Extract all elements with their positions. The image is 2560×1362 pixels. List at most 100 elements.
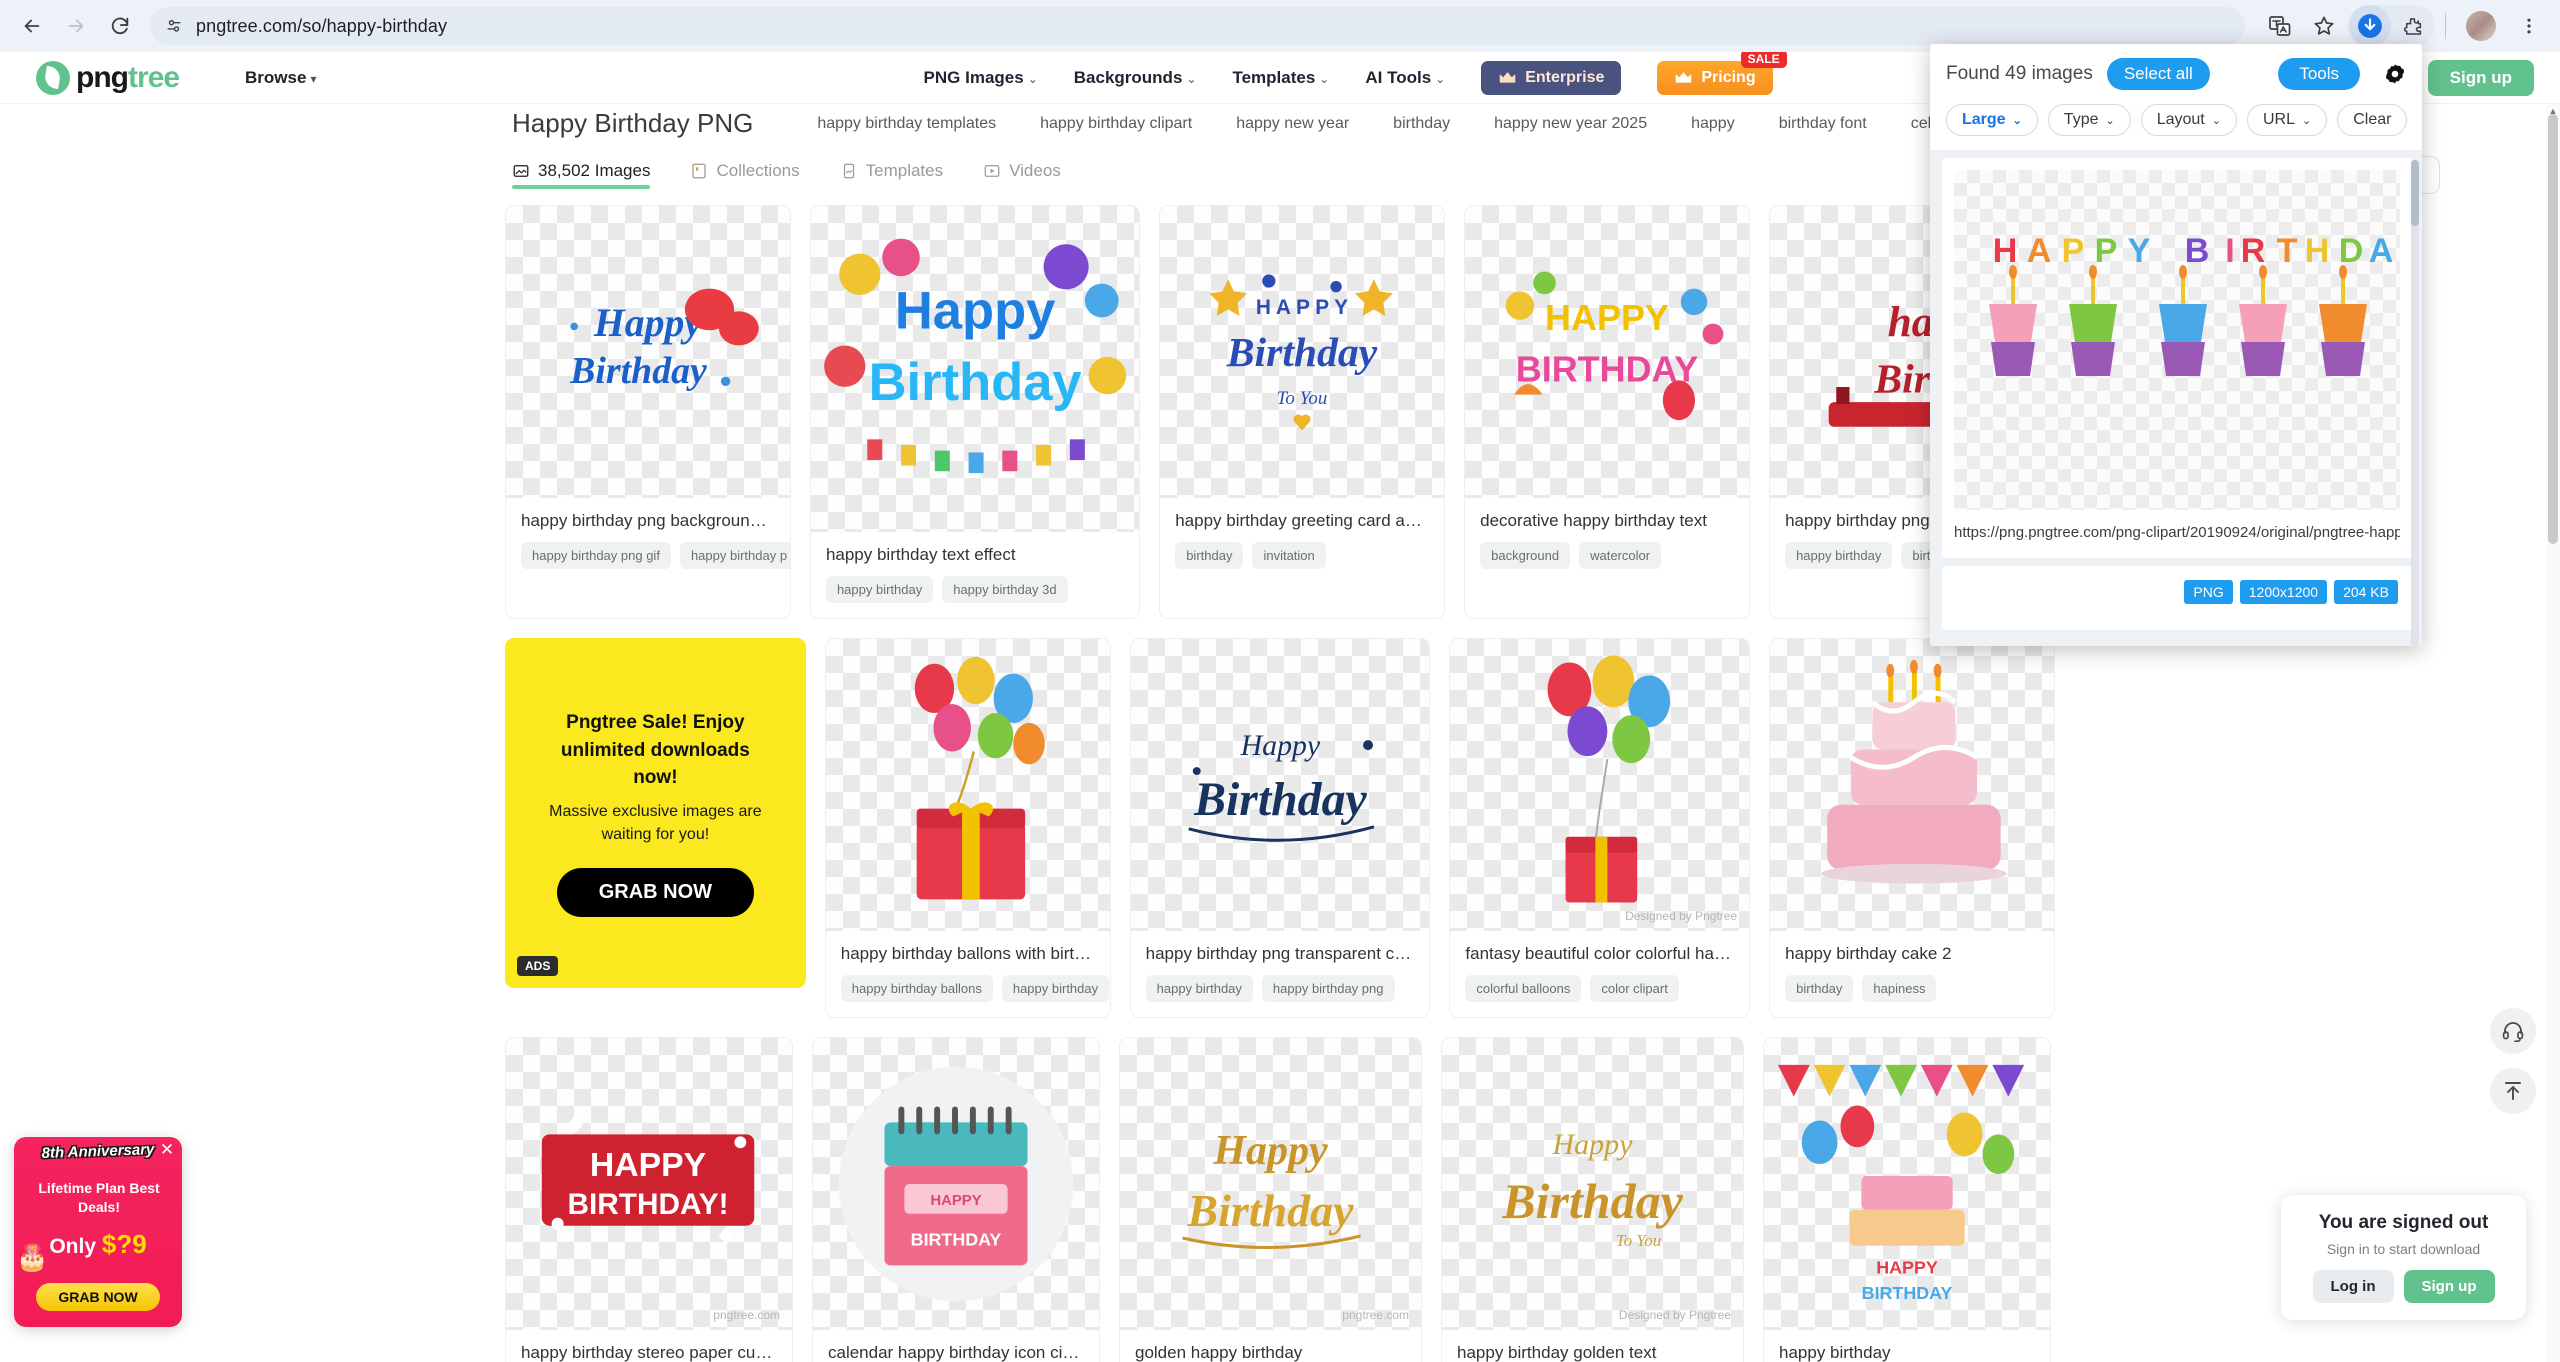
image-card[interactable]: Happy Birthday pngtree.com golden happy … bbox=[1119, 1037, 1422, 1362]
card-thumbnail[interactable]: HAPPY BIRTHDAY bbox=[1764, 1038, 2050, 1330]
pngtree-logo[interactable]: pngtree bbox=[36, 60, 180, 95]
pricing-button[interactable]: Pricing SALE bbox=[1657, 52, 1787, 95]
tag-chip[interactable]: happy birthday 3d bbox=[942, 576, 1068, 603]
card-thumbnail[interactable]: Designed by Pngtree bbox=[1450, 639, 1750, 931]
card-thumbnail[interactable] bbox=[825, 639, 1110, 931]
image-card[interactable]: Happy Birthday happy birthday text effec… bbox=[809, 205, 1141, 619]
filter-layout[interactable]: Layout ⌄ bbox=[2140, 104, 2237, 136]
tab-collections[interactable]: Collections bbox=[690, 161, 800, 189]
card-thumbnail[interactable]: HAPPY BIRTHDAY bbox=[813, 1038, 1099, 1330]
image-card[interactable]: Happy Birthday To You Designed by Pngtre… bbox=[1441, 1037, 1744, 1362]
translate-button[interactable] bbox=[2259, 5, 2301, 47]
browse-menu[interactable]: Browse ▾ bbox=[245, 68, 316, 88]
tag-chip[interactable]: happy birthday bbox=[825, 576, 934, 603]
card-thumbnail[interactable]: Happy Birthday bbox=[1130, 639, 1430, 931]
tag-chip[interactable]: colorful balloons bbox=[1465, 975, 1582, 1002]
tag-chip[interactable]: color clipart bbox=[1590, 975, 1679, 1002]
log-in-button[interactable]: Log in bbox=[2312, 1270, 2394, 1303]
image-card[interactable]: Designed by Pngtree fantasy beautiful co… bbox=[1449, 638, 1751, 1018]
nav-png-images[interactable]: PNG Images ⌄ bbox=[924, 68, 1038, 88]
tab-images[interactable]: 38,502 Images bbox=[512, 161, 651, 189]
site-settings-icon[interactable] bbox=[164, 16, 184, 36]
tag-chip[interactable]: happy birthday bbox=[1785, 542, 1893, 569]
sign-up-button[interactable]: Sign up bbox=[2403, 1270, 2495, 1303]
forward-button[interactable] bbox=[54, 4, 98, 48]
page-scrollbar[interactable]: ▲ bbox=[2546, 104, 2560, 1362]
popup-scrollbar[interactable] bbox=[2411, 160, 2419, 646]
tag-chip[interactable]: birthday bbox=[1785, 975, 1854, 1002]
image-card[interactable]: happy birthday ballons with birthda... h… bbox=[824, 638, 1111, 1018]
nav-ai-tools[interactable]: AI Tools ⌄ bbox=[1365, 68, 1445, 88]
anniversary-promo[interactable]: ✕ 8th Anniversary Lifetime Plan Best Dea… bbox=[14, 1137, 182, 1327]
back-button[interactable] bbox=[10, 4, 54, 48]
extensions-puzzle-icon bbox=[2403, 17, 2421, 35]
popup-result-item[interactable]: HA PP Y BI RT HD A https://png.pngtree.c… bbox=[1942, 158, 2412, 558]
result-preview-thumbnail[interactable]: HA PP Y BI RT HD A bbox=[1954, 170, 2400, 510]
reload-button[interactable] bbox=[98, 4, 142, 48]
enterprise-button[interactable]: Enterprise bbox=[1481, 60, 1622, 95]
support-button[interactable] bbox=[2490, 1008, 2536, 1054]
image-card[interactable]: happy birthday cake 2 birthday hapiness bbox=[1769, 638, 2056, 1018]
image-card[interactable]: Happy Birthday happy birthday png transp… bbox=[1129, 638, 1431, 1018]
popup-results-list[interactable]: HA PP Y BI RT HD A https://png.pngtree.c… bbox=[1930, 150, 2422, 646]
image-card[interactable]: HAPPY BIRTHDAY decorative happy birthday… bbox=[1464, 205, 1751, 619]
tag-chip[interactable]: happy birthday png bbox=[1261, 975, 1395, 1002]
tab-templates[interactable]: Templates bbox=[840, 161, 943, 189]
address-bar[interactable]: pngtree.com/so/happy-birthday bbox=[150, 7, 2245, 45]
select-all-button[interactable]: Select all bbox=[2106, 58, 2210, 90]
extensions-button[interactable] bbox=[2391, 5, 2433, 47]
popup-result-item-meta[interactable]: PNG 1200x1200 204 KB bbox=[1942, 566, 2412, 630]
image-card[interactable]: Happy Birthday happy birthday png backgr… bbox=[505, 205, 791, 619]
tag-chip[interactable]: background bbox=[1480, 542, 1571, 569]
result-image-url[interactable]: https://png.pngtree.com/png-clipart/2019… bbox=[1954, 522, 2400, 543]
close-icon[interactable]: ✕ bbox=[158, 1140, 176, 1159]
tag-chip[interactable]: happy birthday png gif bbox=[521, 542, 671, 569]
back-to-top-button[interactable] bbox=[2490, 1068, 2536, 1114]
tag-link[interactable]: birthday bbox=[1393, 115, 1450, 133]
tag-link[interactable]: happy new year bbox=[1236, 115, 1349, 133]
tag-chip[interactable]: watercolor bbox=[1579, 542, 1662, 569]
nav-backgrounds[interactable]: Backgrounds ⌄ bbox=[1074, 68, 1197, 88]
scrollbar-thumb[interactable] bbox=[2548, 114, 2558, 544]
bookmark-button[interactable] bbox=[2303, 5, 2345, 47]
tag-chip[interactable]: birthday bbox=[1175, 542, 1244, 569]
card-thumbnail[interactable]: H A P P Y Birthday To You bbox=[1160, 206, 1445, 498]
card-thumbnail[interactable]: Happy Birthday bbox=[810, 206, 1140, 532]
tag-chip[interactable]: happy birthday p bbox=[679, 542, 790, 569]
nav-templates[interactable]: Templates ⌄ bbox=[1232, 68, 1329, 88]
card-thumbnail[interactable]: HAPPY BIRTHDAY! pngtree.com bbox=[506, 1038, 792, 1330]
image-card[interactable]: HAPPY BIRTHDAY happy birthday happy birt… bbox=[1763, 1037, 2051, 1362]
image-card[interactable]: HAPPY BIRTHDAY calendar happy birthday i… bbox=[812, 1037, 1100, 1362]
filter-url[interactable]: URL ⌄ bbox=[2246, 104, 2328, 136]
tools-button[interactable]: Tools bbox=[2278, 58, 2360, 90]
tag-link[interactable]: happy birthday templates bbox=[817, 115, 996, 133]
card-thumbnail[interactable]: Happy Birthday To You Designed by Pngtre… bbox=[1442, 1038, 1743, 1330]
card-thumbnail[interactable]: HAPPY BIRTHDAY bbox=[1465, 206, 1750, 498]
tag-link[interactable]: birthday font bbox=[1779, 115, 1867, 133]
tag-link[interactable]: happy new year 2025 bbox=[1494, 115, 1647, 133]
tag-link[interactable]: happy birthday clipart bbox=[1040, 115, 1192, 133]
filter-clear-button[interactable]: Clear bbox=[2337, 104, 2408, 136]
tab-videos[interactable]: Videos bbox=[983, 161, 1061, 189]
ad-cta-button[interactable]: GRAB NOW bbox=[556, 868, 755, 917]
card-thumbnail[interactable] bbox=[1770, 639, 2055, 931]
card-thumbnail[interactable]: Happy Birthday pngtree.com bbox=[1120, 1038, 1421, 1330]
promo-cta-button[interactable]: GRAB NOW bbox=[36, 1283, 160, 1311]
tag-chip[interactable]: happy birthday ballons bbox=[840, 975, 993, 1002]
tag-link[interactable]: happy bbox=[1691, 115, 1735, 133]
filter-type[interactable]: Type ⌄ bbox=[2047, 104, 2131, 136]
image-card[interactable]: H A P P Y Birthday To You happy birthday… bbox=[1159, 205, 1446, 619]
sign-up-button[interactable]: Sign up bbox=[2427, 59, 2534, 96]
ad-card[interactable]: Pngtree Sale! Enjoy unlimited downloads … bbox=[505, 638, 806, 988]
browser-menu-button[interactable] bbox=[2508, 5, 2550, 47]
gear-icon[interactable] bbox=[2384, 63, 2406, 85]
tag-chip[interactable]: invitation bbox=[1252, 542, 1326, 569]
tag-chip[interactable]: happy birthday bbox=[1145, 975, 1253, 1002]
avatar[interactable] bbox=[2466, 11, 2496, 41]
image-card[interactable]: HAPPY BIRTHDAY! pngtree.com happy birthd… bbox=[505, 1037, 793, 1362]
tag-chip[interactable]: happy birthday bbox=[1001, 975, 1110, 1002]
card-thumbnail[interactable]: Happy Birthday bbox=[506, 206, 790, 498]
tag-chip[interactable]: hapiness bbox=[1862, 975, 1937, 1002]
filter-size[interactable]: Large ⌄ bbox=[1946, 104, 2038, 136]
image-downloader-extension-button[interactable] bbox=[2349, 5, 2391, 47]
